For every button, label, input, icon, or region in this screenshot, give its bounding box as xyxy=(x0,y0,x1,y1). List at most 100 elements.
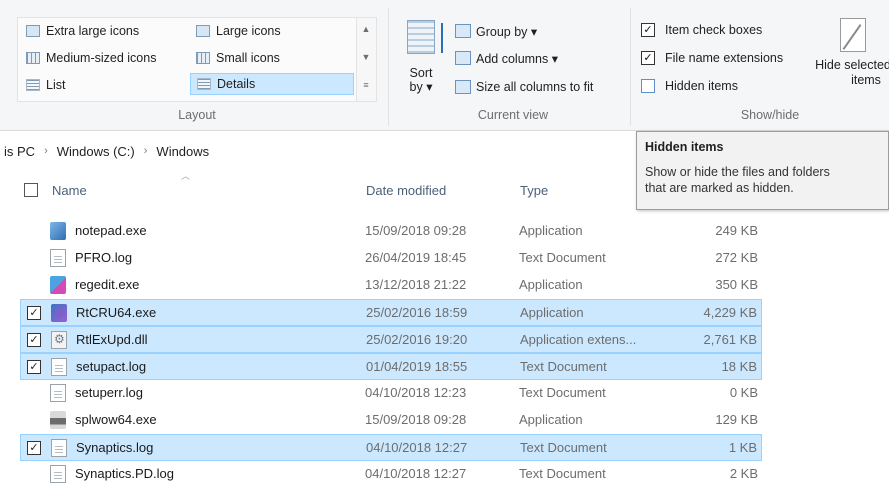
layout-gallery-scroll[interactable]: ▲ ▼ ≡ xyxy=(357,17,377,102)
file-date-modified: 25/02/2016 19:20 xyxy=(366,332,468,347)
file-date-modified: 26/04/2019 18:45 xyxy=(365,250,467,265)
layout-large-icons[interactable]: Large icons xyxy=(190,20,354,42)
scroll-up-icon[interactable]: ▲ xyxy=(357,24,375,34)
file-print-icon xyxy=(50,411,66,429)
size-all-columns-button[interactable]: Size all columns to fit xyxy=(455,76,593,98)
large-icons-icon xyxy=(196,25,210,37)
hide-selected-items-button[interactable]: Hide selected items xyxy=(808,18,889,88)
file-row[interactable]: ✓ RtlExUpd.dll 25/02/2016 19:20 Application… xyxy=(20,326,762,353)
file-doc-icon xyxy=(50,384,66,402)
column-header-type[interactable]: Type xyxy=(520,183,548,198)
file-date-modified: 15/09/2018 09:28 xyxy=(365,223,467,238)
file-type: Text Document xyxy=(519,250,606,265)
file-name: setuperr.log xyxy=(75,385,143,400)
breadcrumb-chevron-icon[interactable]: › xyxy=(144,145,148,157)
hidden-items-tooltip: Hidden items Show or hide the files and … xyxy=(636,131,889,210)
file-type: Text Document xyxy=(520,440,607,455)
file-name-extensions-toggle[interactable]: ✓ File name extensions xyxy=(641,47,783,69)
file-type: Application xyxy=(519,277,583,292)
layout-details[interactable]: Details xyxy=(190,73,354,95)
sort-by-label: by ▾ xyxy=(409,80,433,94)
layout-gallery: Extra large icons Large icons Medium-siz… xyxy=(17,17,357,102)
breadcrumb-item-this-pc[interactable]: is PC xyxy=(4,144,35,159)
column-header-date-modified[interactable]: Date modified xyxy=(366,183,446,198)
file-row[interactable]: ✓ setupact.log 01/04/2019 18:55 Text Docume… xyxy=(20,353,762,380)
layout-medium-icons[interactable]: Medium-sized icons xyxy=(20,47,190,69)
file-name: notepad.exe xyxy=(75,223,147,238)
layout-list[interactable]: List xyxy=(20,74,190,96)
item-check-boxes-checkbox[interactable]: ✓ xyxy=(641,23,655,37)
hide-selected-label: Hide selected xyxy=(815,58,889,72)
breadcrumb-item-windows[interactable]: Windows xyxy=(156,144,209,159)
group-divider xyxy=(630,8,631,126)
file-doc-icon xyxy=(50,465,66,483)
sort-label: Sort xyxy=(409,66,433,80)
file-size: 129 KB xyxy=(715,412,758,427)
size-all-columns-label: Size all columns to fit xyxy=(476,80,594,94)
file-name: Synaptics.PD.log xyxy=(75,466,174,481)
group-by-label: Group by ▾ xyxy=(476,24,538,39)
layout-item-label: Medium-sized icons xyxy=(46,51,157,65)
file-type: Application xyxy=(520,305,584,320)
layout-item-label: Extra large icons xyxy=(46,24,140,38)
file-name-extensions-checkbox[interactable]: ✓ xyxy=(641,51,655,65)
sort-by-button[interactable]: Sort by ▾ xyxy=(398,20,444,94)
group-by-button[interactable]: Group by ▾ xyxy=(455,20,537,42)
file-date-modified: 04/10/2018 12:27 xyxy=(366,440,468,455)
column-header-name[interactable]: Name xyxy=(52,183,87,198)
file-doc-icon xyxy=(51,439,67,457)
file-name: regedit.exe xyxy=(75,277,140,292)
hide-selected-icon xyxy=(840,18,866,52)
group-divider xyxy=(388,8,389,126)
item-check-boxes-toggle[interactable]: ✓ Item check boxes xyxy=(641,19,762,41)
layout-item-label: Large icons xyxy=(216,24,281,38)
row-checkbox[interactable]: ✓ xyxy=(27,360,41,374)
file-date-modified: 13/12/2018 21:22 xyxy=(365,277,467,292)
file-row[interactable]: notepad.exe 15/09/2018 09:28 Application 24… xyxy=(20,218,762,245)
file-size: 18 KB xyxy=(721,359,757,374)
file-row[interactable]: PFRO.log 26/04/2019 18:45 Text Document 272… xyxy=(20,245,762,272)
extra-large-icons-icon xyxy=(26,25,40,37)
breadcrumb-chevron-icon[interactable]: › xyxy=(44,145,48,157)
file-row[interactable]: Synaptics.PD.log 04/10/2018 12:27 Text Doc… xyxy=(20,461,762,486)
file-name: Synaptics.log xyxy=(76,440,154,455)
file-size: 4,229 KB xyxy=(703,305,758,320)
hidden-items-label: Hidden items xyxy=(665,79,738,93)
hidden-items-checkbox[interactable] xyxy=(641,79,655,93)
file-doc-icon xyxy=(51,358,67,376)
file-date-modified: 01/04/2019 18:55 xyxy=(366,359,468,374)
hide-selected-label-2: items xyxy=(851,73,881,87)
layout-item-label: Details xyxy=(217,77,256,91)
row-checkbox[interactable]: ✓ xyxy=(27,306,41,320)
tooltip-text-line-2: that are marked as hidden. xyxy=(645,181,794,195)
breadcrumb-item-windows-c[interactable]: Windows (C:) xyxy=(57,144,135,159)
scroll-down-icon[interactable]: ▼ xyxy=(357,52,375,62)
file-type: Application xyxy=(519,223,583,238)
file-type: Application extens... xyxy=(520,332,637,347)
layout-extra-large-icons[interactable]: Extra large icons xyxy=(20,20,190,42)
file-type: Text Document xyxy=(519,466,606,481)
file-date-modified: 04/10/2018 12:23 xyxy=(365,385,467,400)
hidden-items-toggle[interactable]: Hidden items xyxy=(641,75,738,97)
layout-small-icons[interactable]: Small icons xyxy=(190,47,354,69)
size-columns-icon xyxy=(455,80,471,94)
file-size: 2,761 KB xyxy=(703,332,758,347)
file-type: Application xyxy=(519,412,583,427)
file-row[interactable]: ✓ RtCRU64.exe 25/02/2016 18:59 Application 4… xyxy=(20,299,762,326)
file-date-modified: 15/09/2018 09:28 xyxy=(365,412,467,427)
tooltip-title: Hidden items xyxy=(645,140,724,154)
row-checkbox[interactable]: ✓ xyxy=(27,441,41,455)
file-row[interactable]: regedit.exe 13/12/2018 21:22 Application 35… xyxy=(20,272,762,299)
file-type: Text Document xyxy=(520,359,607,374)
add-columns-button[interactable]: Add columns ▾ xyxy=(455,47,558,69)
expand-gallery-icon[interactable]: ≡ xyxy=(357,80,375,90)
breadcrumb: is PC › Windows (C:) › Windows xyxy=(0,138,209,164)
group-by-icon xyxy=(455,24,471,38)
file-name-extensions-label: File name extensions xyxy=(665,51,784,65)
row-checkbox[interactable]: ✓ xyxy=(27,333,41,347)
file-row[interactable]: splwow64.exe 15/09/2018 09:28 Application 1… xyxy=(20,407,762,434)
layout-item-label: Small icons xyxy=(216,51,280,65)
file-name: splwow64.exe xyxy=(75,412,157,427)
file-row[interactable]: ✓ Synaptics.log 04/10/2018 12:27 Text Docum… xyxy=(20,434,762,461)
file-row[interactable]: setuperr.log 04/10/2018 12:23 Text Documen… xyxy=(20,380,762,407)
